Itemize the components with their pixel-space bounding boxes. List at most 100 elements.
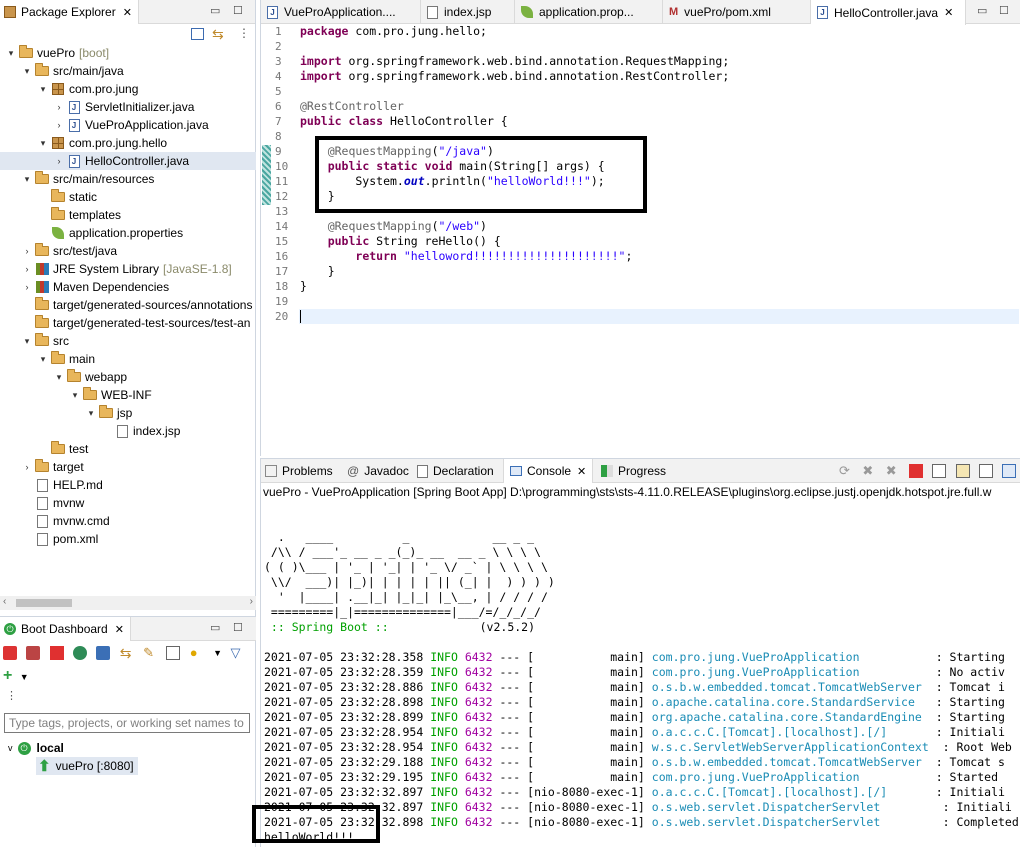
chevron-right-icon[interactable]: › xyxy=(22,462,32,472)
dropdown-icon[interactable]: ▼ xyxy=(213,646,222,660)
tab-vueproapplication[interactable]: J VueProApplication.... xyxy=(261,0,421,24)
filter-icon[interactable]: ▽ xyxy=(230,645,244,660)
tree-item[interactable]: target/generated-sources/annotations xyxy=(0,296,256,314)
tree-item[interactable]: ▾ src/main/java xyxy=(0,62,256,80)
chevron-right-icon[interactable]: › xyxy=(54,102,64,112)
code-line[interactable]: import org.springframework.web.bind.anno… xyxy=(299,54,1019,69)
chevron-down-icon[interactable]: ▾ xyxy=(38,354,48,365)
chevron-down-icon[interactable]: ▾ xyxy=(22,174,32,185)
chevron-down-icon[interactable]: ▾ xyxy=(22,336,32,347)
tree-item[interactable]: › J HelloController.java xyxy=(0,152,256,170)
link-with-editor-icon[interactable]: ⇆ xyxy=(212,26,224,43)
app-node[interactable]: ⬆ vuePro [:8080] xyxy=(36,757,138,775)
maximize-icon[interactable]: ☐ xyxy=(233,4,243,17)
tree-item[interactable]: ▾ main xyxy=(0,350,256,368)
remove-launch-icon[interactable]: ✖ xyxy=(862,463,876,478)
code-editor[interactable]: 1 2 3 4 5 6 7 8 9 10 11 12 13 14 15 16 17 18 19 20 package … xyxy=(261,24,1020,471)
tree-item[interactable]: application.properties xyxy=(0,224,256,242)
view-menu-icon[interactable]: ⋮ xyxy=(6,689,17,702)
code-line[interactable]: @RequestMapping("/web") xyxy=(299,219,1019,234)
minimize-icon[interactable]: ▭ xyxy=(210,621,220,634)
tab-javadoc[interactable]: @ Javadoc xyxy=(347,459,409,483)
lightbulb-icon[interactable]: ● xyxy=(190,645,204,660)
code-text[interactable]: package com.pro.jung.hello; import org.sp… xyxy=(299,24,1019,444)
tab-problems[interactable]: Problems xyxy=(265,459,333,483)
code-line[interactable]: package com.pro.jung.hello; xyxy=(299,24,1019,39)
stop-icon[interactable] xyxy=(49,645,64,660)
tree-item[interactable]: ▾ jsp xyxy=(0,404,256,422)
close-icon[interactable]: ✕ xyxy=(123,6,132,19)
close-icon[interactable]: ✕ xyxy=(944,6,953,19)
refresh-icon[interactable]: ⟳ xyxy=(839,463,853,478)
tree-item[interactable]: index.jsp xyxy=(0,422,256,440)
maximize-icon[interactable]: ☐ xyxy=(999,4,1009,17)
tab-progress[interactable]: Progress xyxy=(601,459,666,483)
minimize-icon[interactable]: ▭ xyxy=(210,4,220,17)
chevron-down-icon[interactable]: ▾ xyxy=(86,408,96,419)
terminate-icon[interactable] xyxy=(909,463,924,478)
scroll-left-icon[interactable]: ‹ xyxy=(3,596,6,607)
code-line[interactable]: @RestController xyxy=(299,99,1019,114)
tree-item[interactable]: ▾ vuePro [boot] xyxy=(0,44,256,62)
tree-item[interactable]: ▾ com.pro.jung xyxy=(0,80,256,98)
chevron-down-icon[interactable]: v xyxy=(8,743,13,753)
code-line[interactable]: } xyxy=(299,264,1019,279)
tree-item[interactable]: pom.xml xyxy=(0,530,256,548)
local-node[interactable]: v ⏻ local xyxy=(8,740,64,756)
tree-item[interactable]: ▾ webapp xyxy=(0,368,256,386)
code-line[interactable]: public String reHello() { xyxy=(299,234,1019,249)
tree-item[interactable]: › target xyxy=(0,458,256,476)
tab-boot-dashboard[interactable]: ⏻ Boot Dashboard ✕ xyxy=(0,617,131,641)
pin-console-icon[interactable] xyxy=(1002,463,1017,478)
add-icon[interactable]: + xyxy=(3,667,12,684)
console-icon[interactable] xyxy=(96,645,111,660)
tab-application-properties[interactable]: application.prop... xyxy=(515,0,663,24)
close-icon[interactable]: ✕ xyxy=(577,465,586,478)
chevron-right-icon[interactable]: › xyxy=(54,156,64,166)
remove-all-icon[interactable]: ✖ xyxy=(886,463,900,478)
tree-item[interactable]: ▾ src/main/resources xyxy=(0,170,256,188)
code-line[interactable] xyxy=(299,84,1019,99)
debug-restart-icon[interactable] xyxy=(26,645,41,660)
tab-console[interactable]: Console ✕ xyxy=(503,459,594,483)
tree-item[interactable]: › src/test/java xyxy=(0,242,256,260)
tree-horizontal-scrollbar[interactable]: ‹ › xyxy=(0,596,256,610)
tab-declaration[interactable]: Declaration xyxy=(417,459,494,483)
chevron-right-icon[interactable]: › xyxy=(22,246,32,256)
scroll-lock-icon[interactable] xyxy=(955,463,970,478)
tree-item[interactable]: mvnw.cmd xyxy=(0,512,256,530)
chevron-right-icon[interactable]: › xyxy=(22,264,32,274)
chevron-down-icon[interactable]: ▾ xyxy=(38,138,48,149)
tab-hellocontroller[interactable]: J HelloController.java ✕ xyxy=(811,0,966,25)
tree-item[interactable]: HELP.md xyxy=(0,476,256,494)
collapse-all-icon[interactable] xyxy=(191,28,204,40)
code-line[interactable] xyxy=(299,294,1019,309)
tree-item[interactable]: ▾ src xyxy=(0,332,256,350)
chevron-down-icon[interactable]: ▾ xyxy=(54,372,64,383)
tree-item[interactable]: › JRE System Library [JavaSE-1.8] xyxy=(0,260,256,278)
tree-item[interactable]: › Maven Dependencies xyxy=(0,278,256,296)
console-output[interactable]: . ____ _ __ _ _ /\\ / ___'_ __ _ _(_)_ _… xyxy=(264,515,1020,845)
properties-icon[interactable] xyxy=(166,645,181,660)
tree-item[interactable]: › J VueProApplication.java xyxy=(0,116,256,134)
close-icon[interactable]: ✕ xyxy=(115,623,124,636)
filter-input[interactable]: Type tags, projects, or working set name… xyxy=(4,713,250,733)
code-line[interactable]: return "helloword!!!!!!!!!!!!!!!!!!!!!"; xyxy=(299,249,1019,264)
scroll-right-icon[interactable]: › xyxy=(250,596,253,607)
minimize-icon[interactable]: ▭ xyxy=(977,4,987,17)
scrollbar-thumb[interactable] xyxy=(16,599,72,607)
tab-package-explorer[interactable]: Package Explorer ✕ xyxy=(0,0,139,24)
code-line[interactable]: } xyxy=(299,279,1019,294)
restart-icon[interactable] xyxy=(3,645,17,660)
chevron-down-icon[interactable]: ▾ xyxy=(70,390,80,401)
chevron-right-icon[interactable]: › xyxy=(22,282,32,292)
code-line[interactable]: public class HelloController { xyxy=(299,114,1019,129)
tree-item[interactable]: static xyxy=(0,188,256,206)
tree-item[interactable]: templates xyxy=(0,206,256,224)
open-browser-icon[interactable] xyxy=(73,645,88,660)
tree-item[interactable]: ▾ com.pro.jung.hello xyxy=(0,134,256,152)
tree-item[interactable]: test xyxy=(0,440,256,458)
link-icon[interactable]: ⇆ xyxy=(120,646,134,660)
clear-console-icon[interactable] xyxy=(932,463,947,478)
view-menu-icon[interactable]: ⋮ xyxy=(238,26,250,40)
